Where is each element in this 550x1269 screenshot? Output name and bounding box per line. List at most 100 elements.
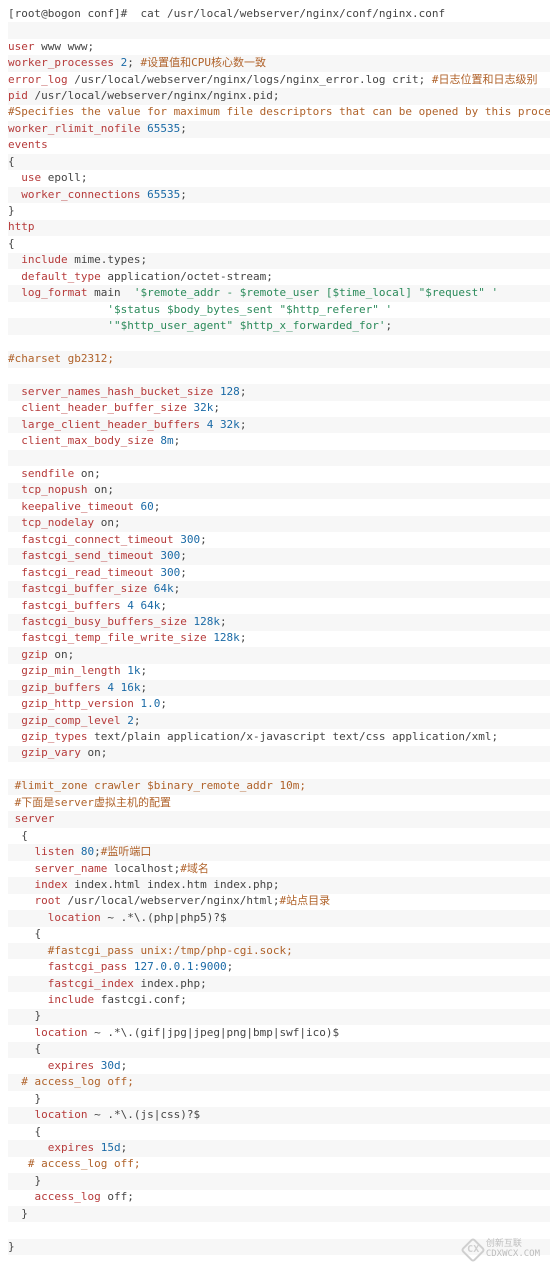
- code-line: tcp_nodelay on;: [8, 516, 550, 532]
- token-num: 80: [81, 845, 94, 858]
- token-kw: server: [15, 812, 55, 825]
- token-plain: [8, 599, 21, 612]
- code-line: [8, 450, 550, 466]
- token-plain: ;: [240, 631, 247, 644]
- token-plain: ~ .*\.(gif|jpg|jpeg|png|bmp|swf|ico)$: [87, 1026, 339, 1039]
- code-line: gzip_min_length 1k;: [8, 664, 550, 680]
- code-line: fastcgi_temp_file_write_size 128k;: [8, 631, 550, 647]
- token-plain: ;: [174, 434, 181, 447]
- code-line: [8, 335, 550, 351]
- token-plain: [8, 500, 21, 513]
- token-kw: fastcgi_pass: [48, 960, 127, 973]
- token-plain: ;: [140, 681, 147, 694]
- code-block: [root@bogon conf]# cat /usr/local/webser…: [8, 6, 550, 1255]
- token-plain: [8, 944, 48, 957]
- token-kw: use: [21, 171, 41, 184]
- code-line: worker_connections 65535;: [8, 187, 550, 203]
- code-line: expires 15d;: [8, 1140, 550, 1156]
- token-plain: on;: [81, 746, 108, 759]
- token-plain: [127, 960, 134, 973]
- code-line: root /usr/local/webserver/nginx/html;#站点…: [8, 894, 550, 910]
- code-line: fastcgi_pass 127.0.0.1:9000;: [8, 959, 550, 975]
- token-plain: ;: [180, 566, 187, 579]
- code-line: listen 80;#监听端口: [8, 844, 550, 860]
- token-num: 128k: [193, 615, 220, 628]
- token-kw: access_log: [35, 1190, 101, 1203]
- token-plain: [8, 714, 21, 727]
- token-plain: /usr/local/webserver/nginx/nginx.pid;: [28, 89, 280, 102]
- code-line: }: [8, 1091, 550, 1107]
- token-plain: ;: [160, 599, 167, 612]
- token-plain: [8, 648, 21, 661]
- token-num: 16k: [121, 681, 141, 694]
- token-plain: ;: [180, 549, 187, 562]
- token-num: 128k: [213, 631, 240, 644]
- token-kw: pid: [8, 89, 28, 102]
- code-line: fastcgi_read_timeout 300;: [8, 565, 550, 581]
- token-num: 127.0.0.1:9000: [134, 960, 227, 973]
- token-plain: [8, 434, 21, 447]
- token-plain: [8, 960, 48, 973]
- token-plain: [8, 1075, 21, 1088]
- code-line: expires 30d;: [8, 1058, 550, 1074]
- code-line: server_names_hash_bucket_size 128;: [8, 384, 550, 400]
- token-kw: worker_processes: [8, 56, 114, 69]
- token-plain: [8, 1141, 48, 1154]
- token-plain: localhost;: [107, 862, 180, 875]
- token-num: 60: [140, 500, 153, 513]
- token-kw: index: [35, 878, 68, 891]
- token-plain: /usr/local/webserver/nginx/html;: [61, 894, 280, 907]
- code-line: fastcgi_buffer_size 64k;: [8, 581, 550, 597]
- token-plain: [8, 533, 21, 546]
- token-plain: [8, 845, 35, 858]
- code-line: [8, 22, 550, 38]
- token-plain: [213, 385, 220, 398]
- token-num: 64k: [140, 599, 160, 612]
- code-line: use epoll;: [8, 170, 550, 186]
- token-cmt: #监听端口: [101, 845, 152, 858]
- token-plain: [8, 697, 21, 710]
- code-line: fastcgi_buffers 4 64k;: [8, 598, 550, 614]
- code-line: log_format main '$remote_addr - $remote_…: [8, 285, 550, 301]
- token-kw: fastcgi_buffers: [21, 599, 120, 612]
- token-kw: worker_connections: [21, 188, 140, 201]
- code-line: fastcgi_index index.php;: [8, 976, 550, 992]
- token-plain: [8, 286, 21, 299]
- token-kw: events: [8, 138, 48, 151]
- token-kw: fastcgi_busy_buffers_size: [21, 615, 187, 628]
- token-kw: gzip_types: [21, 730, 87, 743]
- code-line: #Specifies the value for maximum file de…: [8, 105, 550, 121]
- token-plain: mime.types;: [68, 253, 147, 266]
- code-line: gzip_types text/plain application/x-java…: [8, 729, 550, 745]
- token-num: 1.0: [140, 697, 160, 710]
- code-line: tcp_nopush on;: [8, 483, 550, 499]
- code-line: fastcgi_send_timeout 300;: [8, 548, 550, 564]
- token-plain: ;: [140, 664, 147, 677]
- token-plain: }: [8, 1207, 28, 1220]
- token-plain: [8, 746, 21, 759]
- token-kw: gzip_vary: [21, 746, 81, 759]
- token-kw: fastcgi_buffer_size: [21, 582, 147, 595]
- token-num: 64k: [154, 582, 174, 595]
- code-line: default_type application/octet-stream;: [8, 269, 550, 285]
- token-plain: on;: [94, 516, 121, 529]
- token-plain: fastcgi.conf;: [94, 993, 187, 1006]
- token-plain: [8, 664, 21, 677]
- token-plain: [147, 582, 154, 595]
- token-cmt: #charset gb2312;: [8, 352, 114, 365]
- token-num: 300: [180, 533, 200, 546]
- token-plain: ;: [174, 582, 181, 595]
- token-num: 300: [160, 549, 180, 562]
- code-line: {: [8, 828, 550, 844]
- token-plain: on;: [74, 467, 101, 480]
- token-kw: gzip: [21, 648, 48, 661]
- token-kw: root: [35, 894, 62, 907]
- token-kw: default_type: [21, 270, 100, 283]
- token-plain: ;: [127, 56, 140, 69]
- code-line: fastcgi_connect_timeout 300;: [8, 532, 550, 548]
- token-plain: [8, 631, 21, 644]
- code-line: gzip_comp_level 2;: [8, 713, 550, 729]
- token-plain: [root@bogon conf]# cat /usr/local/webser…: [8, 7, 445, 20]
- token-plain: [8, 171, 21, 184]
- token-num: 65535: [147, 122, 180, 135]
